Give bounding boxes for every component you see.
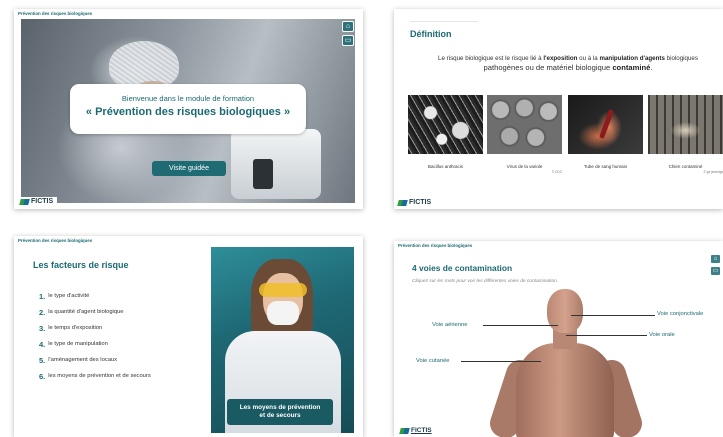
subtitles-icon[interactable]: ▭ xyxy=(342,35,354,46)
list-item: 6. les moyens de prévention et de secours xyxy=(39,368,151,384)
factor-number: 2. xyxy=(39,307,46,317)
section-title: Les facteurs de risque xyxy=(33,260,129,270)
route-airborne[interactable]: Voie aérienne xyxy=(432,322,467,328)
guided-tour-button[interactable]: Visite guidée xyxy=(152,161,226,176)
slide-contamination-routes: Prévention des risques biologiques 4 voi… xyxy=(394,241,723,437)
image-credit: © CDC xyxy=(551,170,562,174)
microscope-lens-shape xyxy=(253,159,273,189)
logo-text: FICTIS xyxy=(411,427,432,434)
instruction-text: Cliquez sur les mots pour voir les diffé… xyxy=(412,279,559,284)
pointer-line xyxy=(483,325,558,326)
definition-bold: contaminé xyxy=(612,62,651,72)
definition-part: ou à la xyxy=(577,55,600,62)
slide-welcome: Prévention des risques biologiques ⌂ ▭ B… xyxy=(14,9,363,209)
mask-shape xyxy=(267,301,299,325)
slide-nav-icons: ⌂ ▭ xyxy=(342,21,354,46)
image-caption: Bacillus anthracis xyxy=(408,164,483,169)
section-title: 4 voies de contamination xyxy=(412,263,513,273)
human-body-figure xyxy=(486,289,664,437)
subtitles-icon[interactable]: ▭ xyxy=(710,266,721,276)
pointer-line xyxy=(566,335,647,336)
definition-bold: manipulation d'agents xyxy=(599,55,665,62)
home-icon[interactable]: ⌂ xyxy=(710,254,721,264)
route-oral[interactable]: Voie orale xyxy=(649,332,675,338)
divider xyxy=(410,21,478,22)
welcome-card: Bienvenue dans le module de formation « … xyxy=(70,84,306,134)
microscope-shape xyxy=(231,129,321,199)
pointer-line xyxy=(571,315,655,316)
definition-line-2: pathogènes ou de matériel biologique con… xyxy=(484,63,653,72)
factor-number: 5. xyxy=(39,355,46,365)
fictis-logo: FICTIS xyxy=(18,197,58,206)
caption-text: Chien contaminé xyxy=(668,164,703,169)
goggles-shape xyxy=(259,283,307,297)
definition-part: biologiques xyxy=(664,55,698,62)
list-item: 4. le type de manipulation xyxy=(39,336,151,352)
slide-header: Prévention des risques biologiques xyxy=(398,243,473,248)
fictis-logo-icon xyxy=(20,199,29,205)
fictis-logo: FICTIS xyxy=(398,199,431,206)
list-item: 1. le type d'activité xyxy=(39,288,151,304)
definition-part: . xyxy=(650,62,653,72)
list-item: 2. la quantité d'agent biologique xyxy=(39,304,151,320)
pointer-line xyxy=(461,361,541,362)
definition-bold: pathogènes xyxy=(483,62,524,72)
definition-part: ou de matériel biologique xyxy=(523,62,613,72)
button-label: Les moyens de prévention et de secours xyxy=(240,404,321,421)
slides-collage: Prévention des risques biologiques ⌂ ▭ B… xyxy=(0,0,723,437)
image-caption: Chien contaminé © ga jennings xyxy=(648,164,723,174)
factor-label: le type d'activité xyxy=(48,293,90,299)
prevention-means-button[interactable]: Les moyens de prévention et de secours xyxy=(227,399,333,425)
list-item: 5. l'aménagement des locaux xyxy=(39,352,151,368)
image-credit: © ga jennings xyxy=(703,170,723,174)
fictis-logo-icon xyxy=(400,428,409,434)
home-icon[interactable]: ⌂ xyxy=(342,21,354,32)
module-title: « Prévention des risques biologiques » xyxy=(85,106,291,118)
factor-label: la quantité d'agent biologique xyxy=(48,309,124,315)
image-caption: Tube de sang humain xyxy=(568,164,643,169)
slide-header: Prévention des risques biologiques xyxy=(18,11,93,16)
definition-part: Le risque biologique est le risque lié à xyxy=(438,55,544,62)
slide-nav-icons: ⌂ ▭ xyxy=(710,254,721,276)
factor-number: 4. xyxy=(39,339,46,349)
factor-label: les moyens de prévention et de secours xyxy=(48,373,151,379)
factor-label: le type de manipulation xyxy=(48,341,108,347)
bacillus-image xyxy=(408,95,483,154)
list-item: 3. le temps d'exposition xyxy=(39,320,151,336)
factor-list: 1. le type d'activité 2. la quantité d'age… xyxy=(39,288,151,384)
route-skin[interactable]: Voie cutanée xyxy=(416,358,450,364)
fictis-logo: FICTIS xyxy=(400,427,432,434)
factor-label: l'aménagement des locaux xyxy=(48,357,118,363)
variola-image xyxy=(487,95,562,154)
caption-text: Tube de sang humain xyxy=(583,164,628,169)
caption-text: Bacillus anthracis xyxy=(427,164,463,169)
welcome-line: Bienvenue dans le module de formation xyxy=(121,94,255,103)
dog-image xyxy=(648,95,723,154)
slide-header: Prévention des risques biologiques xyxy=(18,238,93,243)
definition-bold: l'exposition xyxy=(543,55,578,62)
logo-text: FICTIS xyxy=(409,199,432,206)
blood-tube-image xyxy=(568,95,643,154)
factor-label: le temps d'exposition xyxy=(48,325,103,331)
route-conjunctival[interactable]: Voie conjonctivale xyxy=(657,311,703,317)
fictis-logo-icon xyxy=(398,200,407,206)
factor-number: 1. xyxy=(39,291,46,301)
factor-number: 6. xyxy=(39,371,46,381)
torso-shape xyxy=(516,343,614,437)
factor-number: 3. xyxy=(39,323,46,333)
slide-risk-factors: Prévention des risques biologiques Les f… xyxy=(14,236,363,437)
button-line: et de secours xyxy=(259,412,301,419)
head-shape xyxy=(547,289,583,333)
image-caption: Virus de la variole © CDC xyxy=(487,164,562,174)
section-title: Définition xyxy=(410,29,452,39)
slide-definition: Définition Le risque biologique est le r… xyxy=(394,9,723,209)
definition-text: Le risque biologique est le risque lié à… xyxy=(408,55,723,73)
button-line: Les moyens de prévention xyxy=(239,403,321,411)
logo-text: FICTIS xyxy=(31,198,54,205)
caption-text: Virus de la variole xyxy=(506,164,543,169)
